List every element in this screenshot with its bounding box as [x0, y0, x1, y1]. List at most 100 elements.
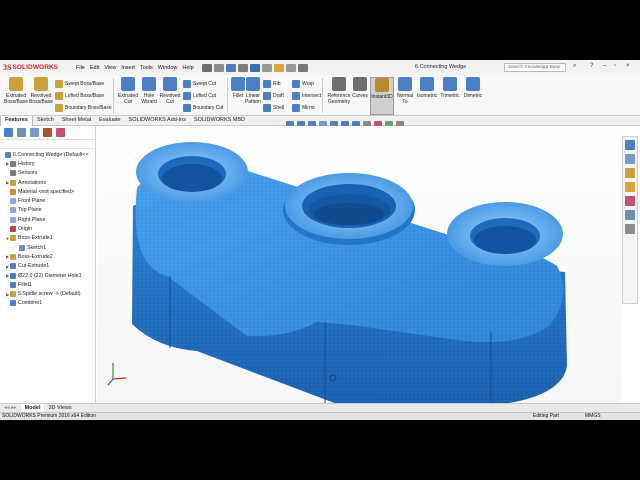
tab-sheet-metal[interactable]: Sheet Metal: [58, 116, 95, 126]
tree-node[interactable]: Top Plane: [0, 206, 95, 215]
swept-boss-icon: [55, 80, 63, 88]
menu-file[interactable]: File: [76, 65, 85, 71]
tree-node[interactable]: ▼ Boss-Extrude1: [0, 234, 95, 243]
menu-help[interactable]: Help: [182, 65, 193, 71]
wrap-button[interactable]: Wrap: [292, 80, 314, 88]
help-icon[interactable]: ?: [590, 63, 593, 69]
search-icon[interactable]: ⌕: [573, 63, 576, 70]
design-library-icon[interactable]: [625, 168, 635, 178]
lofted-cut-icon: [183, 92, 191, 100]
intersect-button[interactable]: Intersect: [292, 92, 321, 100]
units-selector[interactable]: MMGS: [585, 413, 601, 420]
curves-icon: [353, 77, 367, 91]
lofted-cut-button[interactable]: Lofted Cut: [183, 92, 216, 100]
feature-icon: [10, 198, 16, 205]
tree-node-label: Sketch1: [27, 244, 47, 251]
view-palette-icon[interactable]: [625, 210, 635, 220]
draft-button[interactable]: Draft: [263, 92, 284, 100]
tab-mbd[interactable]: SOLIDWORKS MBD: [190, 116, 249, 126]
boundary-boss-icon: [55, 104, 63, 112]
intersect-icon: [292, 92, 300, 100]
menu-edit[interactable]: Edit: [90, 65, 99, 71]
feature-icon: [10, 207, 16, 214]
tree-node[interactable]: ▶ Boss-Extrude2: [0, 252, 95, 261]
swept-cut-button[interactable]: Swept Cut: [183, 80, 216, 88]
resources-icon[interactable]: [625, 154, 635, 164]
appearances-icon[interactable]: [625, 196, 635, 206]
feature-tree: 6.Connecting Wedge (Default<< ▶ History Sen…: [0, 149, 95, 308]
rebuild-icon[interactable]: [273, 63, 284, 72]
tree-node[interactable]: ▶ Ø22.0 (22) Diameter Hole1: [0, 271, 95, 280]
tab-sketch[interactable]: Sketch: [33, 116, 58, 126]
search-input[interactable]: Search Knowledge Base: [504, 63, 566, 72]
display-manager-icon[interactable]: [56, 128, 65, 137]
configuration-manager-icon[interactable]: [30, 128, 39, 137]
solidworks-window: 3S SOLIDWORKS File Edit View Insert Tool…: [0, 60, 640, 420]
close-icon[interactable]: ×: [626, 63, 630, 69]
rib-icon: [263, 80, 271, 88]
boundary-cut-button[interactable]: Boundary Cut: [183, 104, 224, 112]
tree-node[interactable]: ▶ Cut-Extrude1: [0, 262, 95, 271]
part-model[interactable]: [97, 126, 621, 419]
feature-icon: [10, 179, 16, 186]
tree-node[interactable]: ▶ History: [0, 159, 95, 168]
menu-insert[interactable]: Insert: [121, 65, 135, 71]
file-properties-icon[interactable]: [285, 63, 296, 72]
feature-tree-icon[interactable]: [4, 128, 13, 137]
select-icon[interactable]: [261, 63, 272, 72]
restore-icon[interactable]: ▫: [614, 63, 616, 69]
tree-node-label: Top Plane: [18, 207, 42, 214]
dimetric-button[interactable]: Dimetric: [458, 77, 488, 99]
reference-geometry-icon: [332, 77, 346, 91]
tree-node[interactable]: 6.Connecting Wedge (Default<<: [0, 150, 95, 159]
feature-icon: [10, 226, 16, 233]
menu-view[interactable]: View: [104, 65, 116, 71]
save-icon[interactable]: [225, 63, 236, 72]
tree-node-label: Ø22.0 (22) Diameter Hole1: [18, 272, 82, 279]
property-manager-icon[interactable]: [17, 128, 26, 137]
file-explorer-icon[interactable]: [625, 182, 635, 192]
shell-button[interactable]: Shell: [263, 104, 284, 112]
tree-node[interactable]: Right Plane: [0, 215, 95, 224]
lofted-boss-button[interactable]: Lofted Boss/Base: [55, 92, 104, 100]
minimize-icon[interactable]: –: [603, 63, 606, 69]
swept-boss-button[interactable]: Swept Boss/Base: [55, 80, 104, 88]
boundary-boss-button[interactable]: Boundary Boss/Base: [55, 104, 112, 112]
tree-node-label: 6.Connecting Wedge (Default<<: [13, 151, 89, 158]
ds-logo-icon: 3S: [3, 63, 12, 72]
rib-button[interactable]: Rib: [263, 80, 281, 88]
revolved-boss-button[interactable]: Revolved Boss/Base: [26, 77, 56, 105]
tree-node[interactable]: ▶ Annotations: [0, 178, 95, 187]
dimxpert-icon[interactable]: [43, 128, 52, 137]
tree-node[interactable]: Origin: [0, 224, 95, 233]
tree-node[interactable]: ▶ 5.Spidle screw -> (Default): [0, 289, 95, 298]
tab-features[interactable]: Features: [0, 116, 33, 126]
tree-node[interactable]: Combine1: [0, 299, 95, 308]
custom-properties-icon[interactable]: [625, 224, 635, 234]
feature-filter[interactable]: [0, 140, 95, 149]
revolved-cut-button[interactable]: Revolved Cut: [155, 77, 185, 105]
tree-node[interactable]: Sketch1: [0, 243, 95, 252]
logo-text: SOLIDWORKS: [12, 64, 59, 71]
tab-addins[interactable]: SOLIDWORKS Add-Ins: [125, 116, 190, 126]
boundary-cut-icon: [183, 104, 191, 112]
feature-icon: [10, 188, 16, 195]
open-icon[interactable]: [213, 63, 224, 72]
tab-evaluate[interactable]: Evaluate: [95, 116, 124, 126]
revolved-boss-icon: [34, 77, 48, 91]
home-icon[interactable]: [625, 140, 635, 150]
print-icon[interactable]: [237, 63, 248, 72]
options-gear-icon[interactable]: [297, 63, 308, 72]
menu-window[interactable]: Window: [158, 65, 178, 71]
undo-icon[interactable]: [249, 63, 260, 72]
graphics-area[interactable]: [97, 126, 621, 419]
menu-tools[interactable]: Tools: [140, 65, 153, 71]
mirror-button[interactable]: Mirror: [292, 104, 315, 112]
extruded-boss-icon: [9, 77, 23, 91]
new-doc-icon[interactable]: [201, 63, 212, 72]
edition-label: SOLIDWORKS Premium 2016 x64 Edition: [2, 413, 96, 419]
tree-node[interactable]: Sensors: [0, 169, 95, 178]
tree-node[interactable]: Material <not specified>: [0, 187, 95, 196]
tree-node[interactable]: Fillet1: [0, 280, 95, 289]
tree-node[interactable]: Front Plane: [0, 196, 95, 205]
